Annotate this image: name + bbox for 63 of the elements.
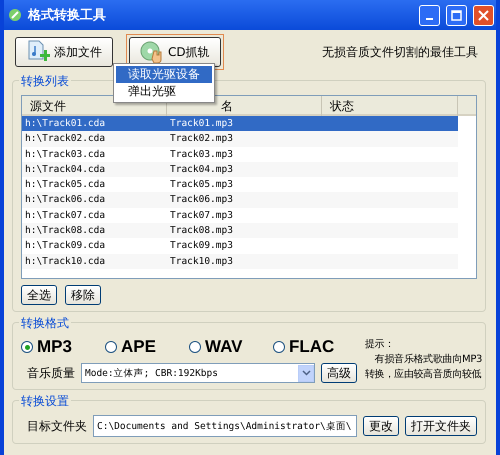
slogan-text: 无损音质文件切割的最佳工具 [322, 44, 478, 60]
list-row[interactable]: h:\Track01.cda Track01.mp3 [22, 116, 458, 132]
folder-button[interactable]: 打开文件夹 [405, 416, 477, 436]
maximize-button[interactable] [446, 4, 467, 26]
table-cell-text: h:\Track04.cda [24, 162, 106, 177]
hint-text: 提示： [365, 338, 396, 352]
quality-label: 音乐质量 [27, 364, 75, 382]
format-radio[interactable]: MP3 [21, 337, 105, 357]
hint-text: 有损音乐格式歌曲向MP3 [374, 352, 484, 367]
menu-item[interactable]: 读取光驱设备 [116, 66, 212, 83]
list-row[interactable]: h:\Track02.cda Track02.mp3 [22, 131, 458, 147]
list-button[interactable]: 全选 [21, 285, 57, 305]
radio-dot[interactable] [21, 341, 33, 353]
table-cell-text: h:\Track03.cda [24, 148, 106, 162]
list-row[interactable]: h:\Track05.cda Track05.mp3 [22, 177, 458, 192]
close-icon [478, 10, 489, 20]
list-button[interactable]: 移除 [65, 285, 101, 305]
table-cell-text: h:\Track09.cda [24, 239, 106, 254]
folder-label: 目标文件夹 [27, 418, 87, 434]
table-cell-text: h:\Track05.cda [24, 178, 106, 192]
table-cell-text: Track04.mp3 [169, 162, 234, 177]
radio-dot[interactable] [105, 341, 117, 353]
advanced-button[interactable]: 高级 [321, 363, 357, 383]
group-title: 转换格式 [19, 315, 71, 332]
table-cell-text: h:\Track06.cda [24, 193, 106, 208]
quality-select[interactable]: Mode:立体声; CBR:192Kbps [81, 363, 315, 383]
table-cell-text: Track08.mp3 [169, 224, 234, 238]
folder-field[interactable]: C:\Documents and Settings\Administrator\桌面\ [93, 415, 357, 437]
table-cell-text: h:\Track10.cda [24, 254, 106, 269]
table-cell-text: Track06.mp3 [169, 193, 234, 208]
toolbar-button[interactable]: 添加文件 [15, 37, 113, 67]
list-row[interactable]: h:\Track03.cda Track03.mp3 [22, 146, 458, 162]
list-row[interactable]: h:\Track08.cda Track08.mp3 [22, 223, 458, 238]
list-row[interactable]: h:\Track10.cda Track10.mp3 [22, 254, 458, 269]
table-cell-text: Track02.mp3 [169, 132, 234, 146]
minimize-icon [426, 18, 433, 20]
radio-dot[interactable] [273, 341, 285, 353]
format-radio[interactable]: WAV [189, 337, 273, 357]
table-cell-text: h:\Track08.cda [24, 224, 106, 238]
list-row[interactable]: h:\Track06.cda Track06.mp3 [22, 192, 458, 208]
table-cell-text: h:\Track07.cda [24, 208, 106, 223]
table-cell-text: h:\Track02.cda [24, 132, 106, 146]
group-title: 转换列表 [19, 73, 71, 90]
radio-dot[interactable] [189, 341, 201, 353]
hint-text: 转换，应由较高音质向较低 [365, 368, 482, 382]
table-cell-text: Track03.mp3 [169, 148, 234, 162]
music-file-add-icon [26, 40, 50, 64]
table-cell-text: Track09.mp3 [169, 239, 234, 254]
table-cell-text: Track01.mp3 [169, 117, 234, 131]
format-radio[interactable]: FLAC [273, 337, 357, 357]
group-title: 转换设置 [19, 393, 71, 410]
maximize-icon [451, 10, 462, 20]
table-cell-text: Track05.mp3 [169, 178, 234, 192]
window-title: 格式转换工具 [28, 7, 107, 24]
format-radio[interactable]: APE [105, 337, 189, 357]
table-cell-text: Track07.mp3 [169, 208, 234, 223]
minimize-button[interactable] [419, 4, 440, 26]
table-cell-text: Track10.mp3 [169, 254, 234, 269]
folder-button[interactable]: 更改 [363, 416, 399, 436]
close-button[interactable] [473, 4, 494, 26]
list-row[interactable]: h:\Track04.cda Track04.mp3 [22, 162, 458, 178]
table-cell-text: h:\Track01.cda [24, 117, 106, 131]
app-icon [8, 8, 22, 22]
